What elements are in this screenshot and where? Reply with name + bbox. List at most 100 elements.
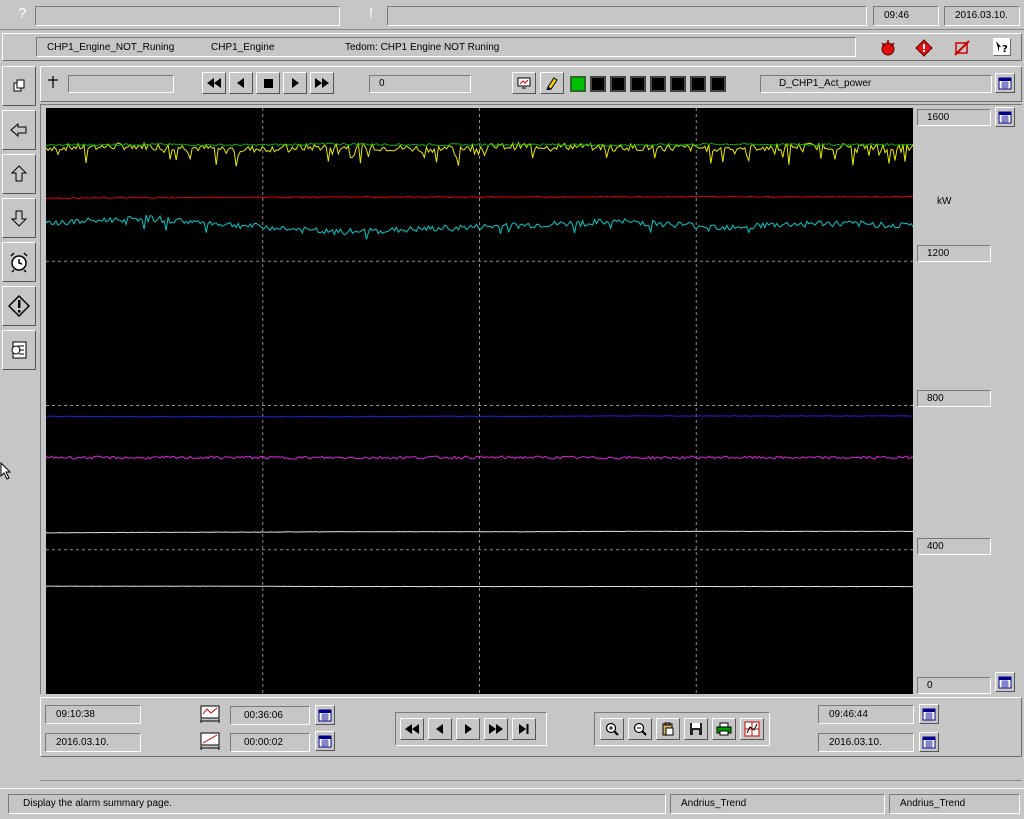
calendar-icon <box>318 709 332 722</box>
end-date-field[interactable]: 2016.03.10. <box>818 733 914 752</box>
start-time-field[interactable]: 09:10:38 <box>45 705 141 724</box>
clipboard-button[interactable] <box>656 718 680 740</box>
pen-indicator-7[interactable] <box>690 76 706 92</box>
title-field-left <box>35 6 340 26</box>
trend-chart-frame: 1600 kW 1200 800 400 0 <box>40 104 1022 694</box>
scale-select-top-button[interactable] <box>995 107 1015 127</box>
warning-diamond-icon <box>8 295 30 317</box>
step-forward-icon <box>292 78 299 88</box>
copy-icon <box>13 79 25 92</box>
pen-properties-button[interactable] <box>512 72 536 94</box>
pen-indicator-5[interactable] <box>650 76 666 92</box>
scale-unit-label: kW <box>937 196 952 207</box>
pen-indicator-3[interactable] <box>610 76 626 92</box>
status-user-2: Andrius_Trend <box>889 794 1020 814</box>
nav-alarm-clock-button[interactable] <box>2 242 36 282</box>
time-step-back-button[interactable] <box>428 718 452 740</box>
cursor-time-field[interactable] <box>68 75 174 93</box>
stop-button[interactable] <box>256 72 280 94</box>
calendar-icon <box>318 735 332 748</box>
time-forward-fast-button[interactable] <box>484 718 508 740</box>
calendar-icon <box>998 676 1012 689</box>
pen-name-field[interactable]: D_CHP1_Act_power <box>760 75 992 93</box>
cursor-crosshair-icon[interactable] <box>46 75 60 89</box>
step-forward-button[interactable] <box>283 72 307 94</box>
alert-icon[interactable]: ! <box>369 5 373 23</box>
up-arrow-icon <box>10 165 28 182</box>
svg-text:?: ? <box>1002 44 1008 55</box>
zoom-in-button[interactable] <box>600 718 624 740</box>
pen-indicator-1[interactable] <box>570 76 586 92</box>
zoom-out-button[interactable] <box>628 718 652 740</box>
alarm-diamond-icon[interactable] <box>915 39 933 57</box>
left-nav <box>0 64 38 780</box>
nav-alarm-summary-button[interactable] <box>2 286 36 326</box>
back-arrow-icon <box>10 122 27 138</box>
alarm-group: CHP1_Engine <box>211 42 275 53</box>
fast-rewind-icon <box>405 724 419 734</box>
pen-select-button[interactable] <box>995 73 1015 93</box>
forward-fast-button[interactable] <box>310 72 334 94</box>
start-date-field[interactable]: 2016.03.10. <box>45 733 141 752</box>
end-date-select-button[interactable] <box>919 732 939 752</box>
rewind-fast-button[interactable] <box>202 72 226 94</box>
step-back-icon <box>436 724 443 734</box>
fast-forward-icon <box>489 724 503 734</box>
nav-down-button[interactable] <box>2 198 36 238</box>
time-span-select-button[interactable] <box>315 705 335 725</box>
alarm-tag: CHP1_Engine_NOT_Runing <box>47 42 175 53</box>
cursor-tool-button[interactable] <box>740 718 764 740</box>
nav-back-button[interactable] <box>2 110 36 150</box>
time-span-field[interactable]: 00:36:06 <box>230 706 310 725</box>
playback-group <box>395 712 547 746</box>
scale-select-bottom-button[interactable] <box>995 672 1015 692</box>
chart-cursor-icon <box>744 721 760 737</box>
time-bar: 09:10:38 2016.03.10. 00:36:06 00:00:02 0… <box>40 697 1022 757</box>
pencil-icon <box>546 77 558 90</box>
calendar-icon <box>922 708 936 721</box>
trend-series-line-8 <box>46 585 913 588</box>
nav-up-button[interactable] <box>2 154 36 194</box>
pen-indicator-4[interactable] <box>630 76 646 92</box>
nav-report-button[interactable] <box>2 330 36 370</box>
step-back-button[interactable] <box>229 72 253 94</box>
time-step-forward-button[interactable] <box>456 718 480 740</box>
alarm-clock-icon <box>10 252 28 273</box>
sample-step-field[interactable]: 00:00:02 <box>230 733 310 752</box>
sample-step-select-button[interactable] <box>315 731 335 751</box>
pen-indicator-6[interactable] <box>670 76 686 92</box>
nav-menu-button[interactable] <box>2 66 36 106</box>
pen-indicator-2[interactable] <box>590 76 606 92</box>
clock-time: 09:46 <box>873 6 939 26</box>
save-button[interactable] <box>684 718 708 740</box>
trend-chart[interactable] <box>46 108 913 694</box>
clock-date: 2016.03.10. <box>944 6 1020 26</box>
alarm-help-icon[interactable]: ? <box>993 38 1011 56</box>
print-button[interactable] <box>712 718 736 740</box>
alarm-line[interactable]: CHP1_Engine_NOT_Runing CHP1_Engine Tedom… <box>36 37 856 57</box>
cursor-value-field[interactable]: 0 <box>369 75 471 93</box>
time-go-end-button[interactable] <box>512 718 536 740</box>
report-icon <box>11 341 27 359</box>
time-rewind-fast-button[interactable] <box>400 718 424 740</box>
pen-edit-button[interactable] <box>540 72 564 94</box>
pen-indicator-8[interactable] <box>710 76 726 92</box>
spacer-strip <box>40 759 1022 781</box>
calendar-icon <box>998 77 1012 90</box>
scale-max-field[interactable]: 1600 <box>917 109 991 126</box>
scale-min-field[interactable]: 0 <box>917 677 991 694</box>
end-time-field[interactable]: 09:46:44 <box>818 705 914 724</box>
step-forward-icon <box>465 724 472 734</box>
fast-rewind-icon <box>207 78 221 88</box>
status-bar: Display the alarm summary page. Andrius_… <box>0 788 1024 819</box>
mouse-cursor-icon <box>0 461 12 480</box>
scale-label-400: 400 <box>917 538 991 555</box>
alarm-silence-icon[interactable] <box>953 39 971 57</box>
alarm-acknowledge-icon[interactable] <box>879 39 897 57</box>
scale-label-1200: 1200 <box>917 245 991 262</box>
help-icon[interactable]: ? <box>18 5 26 23</box>
floppy-disk-icon <box>690 723 702 735</box>
sample-step-icon <box>199 731 221 751</box>
monitor-icon <box>517 77 531 89</box>
end-time-select-button[interactable] <box>919 704 939 724</box>
